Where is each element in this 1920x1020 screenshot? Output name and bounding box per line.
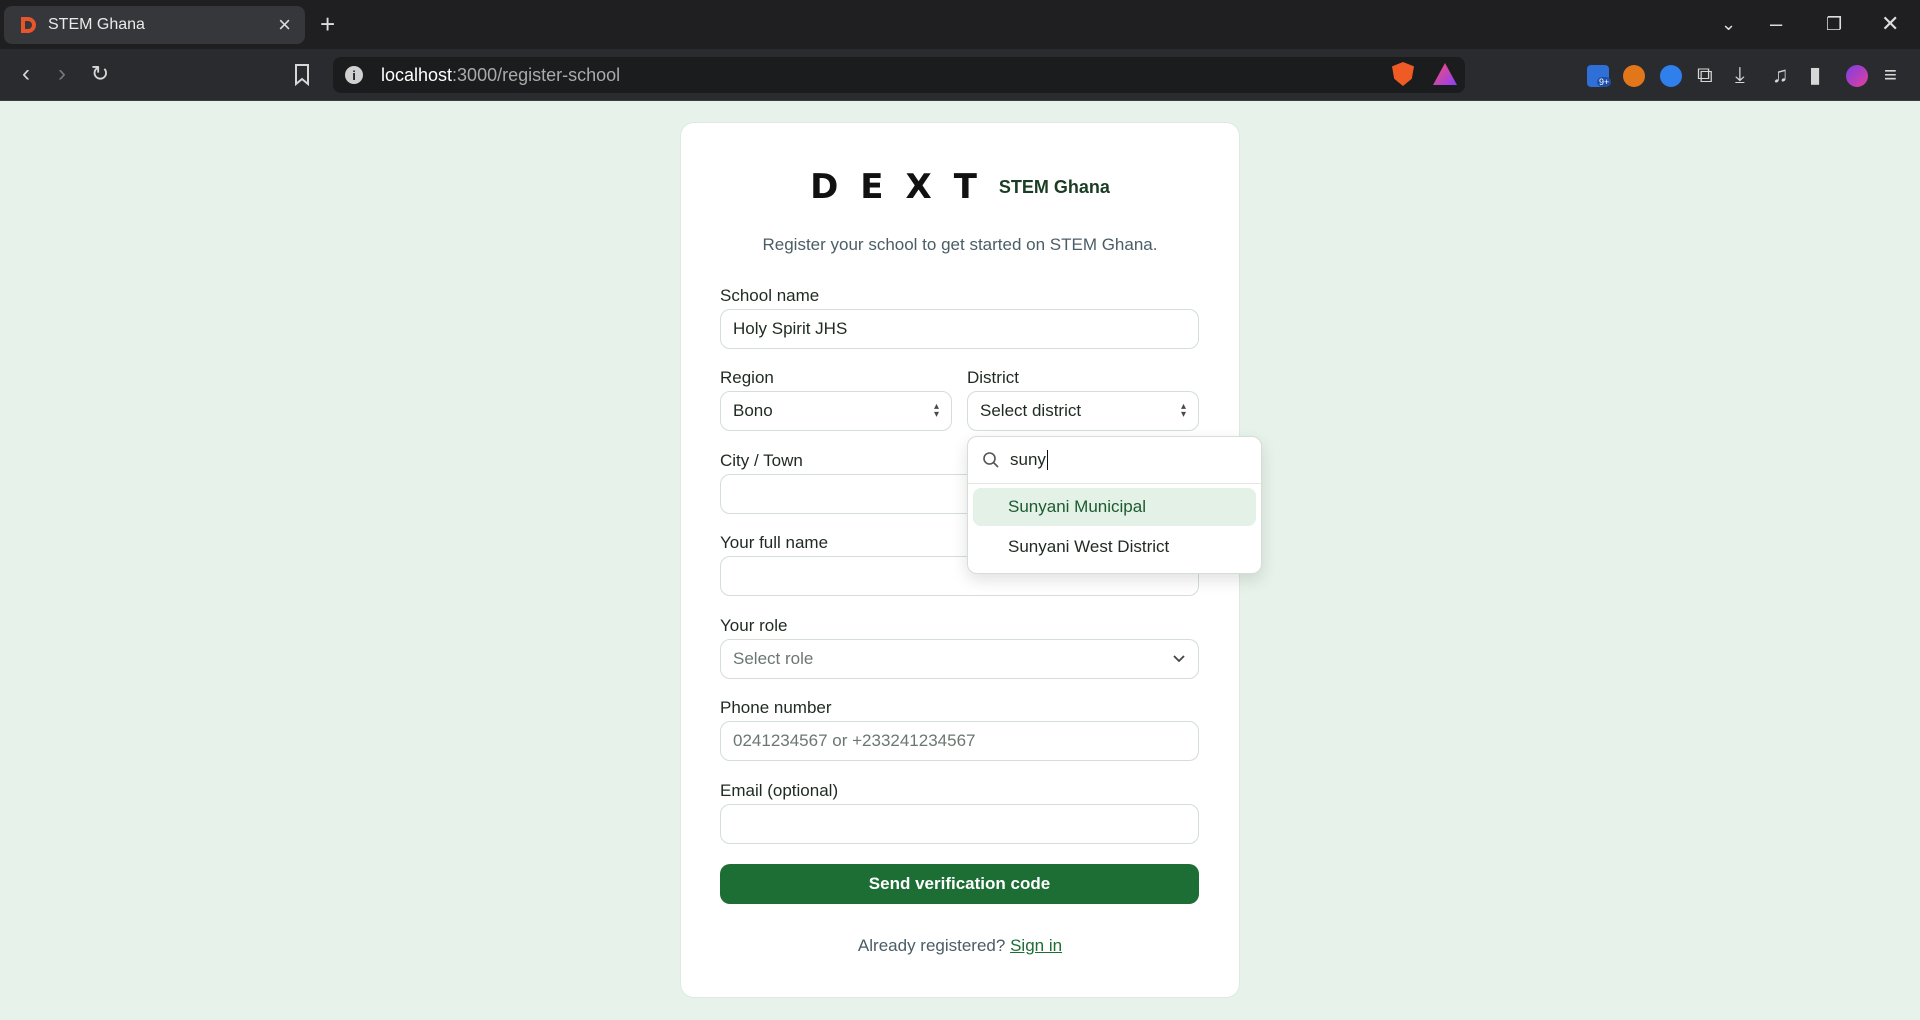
search-icon [983, 452, 999, 468]
site-info-icon[interactable]: i [345, 66, 363, 84]
close-tab-icon[interactable]: × [278, 14, 291, 36]
site-favicon-icon [21, 17, 36, 33]
brand-header: DEXT STEM Ghana [681, 167, 1239, 207]
browser-toolbar: ‹ › ↻ i localhost:3000/register-school 9… [0, 49, 1920, 101]
address-bar[interactable]: i localhost:3000/register-school [333, 57, 1465, 93]
role-select[interactable]: Select role [720, 639, 1199, 679]
phone-input[interactable]: 0241234567 or +233241234567 [720, 721, 1199, 761]
school-name-input[interactable]: Holy Spirit JHS [720, 309, 1199, 349]
city-label: City / Town [720, 451, 803, 470]
minimize-icon[interactable]: – [1770, 10, 1782, 38]
region-value: Bono [733, 401, 773, 420]
menu-icon[interactable]: ≡ [1884, 63, 1897, 87]
region-label: Region [720, 368, 774, 387]
browser-tab-bar: STEM Ghana × + ⌄ – ❐ ✕ [0, 0, 1920, 49]
url-host: localhost [381, 64, 453, 85]
downloads-icon[interactable]: ⤓ [1735, 63, 1745, 87]
extension-badge: 9+ [1597, 77, 1612, 87]
school-name-label: School name [720, 286, 820, 305]
role-label: Your role [720, 616, 788, 635]
forward-icon[interactable]: › [48, 62, 76, 86]
chevron-up-down-icon: ▴ ▾ [933, 401, 939, 420]
send-verification-code-button[interactable]: Send verification code [720, 864, 1199, 904]
email-label: Email (optional) [720, 781, 839, 800]
close-window-icon[interactable]: ✕ [1881, 10, 1899, 38]
district-search-value: suny [1010, 450, 1046, 469]
bookmark-icon[interactable] [294, 64, 310, 86]
sidebar-icon[interactable]: ▮ [1809, 63, 1821, 87]
metamask-icon[interactable] [1623, 65, 1645, 87]
extensions-puzzle-icon[interactable]: ⧉ [1697, 63, 1713, 87]
phone-label: Phone number [720, 698, 832, 717]
tab-title: STEM Ghana [48, 16, 145, 33]
browser-tab[interactable]: STEM Ghana × [4, 6, 305, 44]
role-placeholder: Select role [733, 649, 814, 668]
district-select[interactable]: Select district ▴ ▾ [967, 391, 1199, 431]
brand-name: STEM Ghana [998, 176, 1110, 197]
url-path: :3000/register-school [452, 64, 621, 85]
chevron-down-icon [1173, 655, 1185, 663]
school-name-value: Holy Spirit JHS [733, 319, 848, 338]
signin-row: Already registered? Sign in [680, 936, 1240, 956]
district-search-input[interactable]: suny [968, 437, 1261, 484]
chevron-up-down-icon: ▴ ▾ [1180, 401, 1186, 420]
new-tab-icon[interactable]: + [320, 10, 335, 38]
signin-prompt: Already registered? [857, 936, 1006, 955]
extension-cloud-icon[interactable] [1660, 65, 1682, 87]
text-caret [1046, 450, 1048, 470]
district-label: District [967, 368, 1019, 387]
back-icon[interactable]: ‹ [12, 62, 40, 86]
district-option[interactable]: Sunyani Municipal [973, 488, 1256, 526]
restore-icon[interactable]: ❐ [1826, 10, 1842, 38]
tab-search-chevron-icon[interactable]: ⌄ [1721, 10, 1736, 38]
reload-icon[interactable]: ↻ [86, 62, 114, 86]
profile-avatar-icon[interactable] [1846, 65, 1868, 87]
district-placeholder: Select district [980, 401, 1082, 420]
sign-in-link[interactable]: Sign in [1010, 936, 1062, 955]
page-subtitle: Register your school to get started on S… [762, 235, 1158, 254]
region-select[interactable]: Bono ▴ ▾ [720, 391, 952, 431]
full-name-label: Your full name [720, 533, 829, 552]
media-icon[interactable]: ♫ [1772, 63, 1789, 87]
district-dropdown: suny Sunyani Municipal Sunyani West Dist… [967, 436, 1262, 574]
email-input[interactable] [720, 804, 1199, 844]
phone-placeholder: 0241234567 or +233241234567 [733, 731, 976, 750]
dext-logo: DEXT [810, 167, 999, 207]
extension-icon[interactable]: 9+ [1587, 65, 1612, 87]
district-option[interactable]: Sunyani West District [973, 528, 1256, 566]
